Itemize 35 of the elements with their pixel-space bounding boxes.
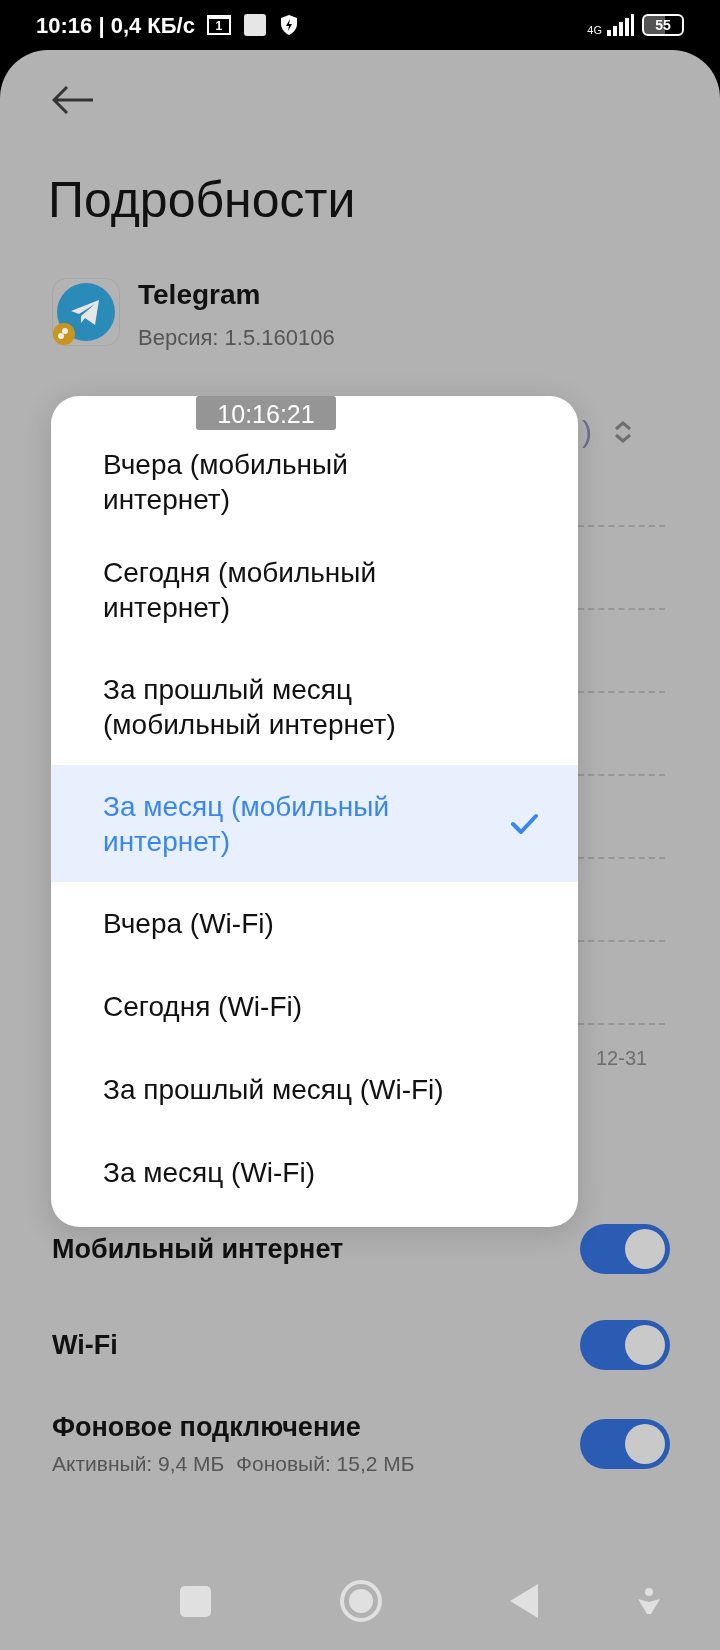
app-version: Версия: 1.5.160106: [138, 324, 335, 352]
app-icon: [52, 278, 120, 346]
menu-option[interactable]: Сегодня (мобильный интернет): [51, 531, 578, 648]
toggle-switch[interactable]: [580, 1320, 670, 1370]
signal-icon: [606, 14, 634, 36]
menu-option[interactable]: За прошлый месяц (мобильный интернет): [51, 648, 578, 765]
back-arrow-icon[interactable]: [52, 85, 94, 115]
period-selector-text: ): [582, 414, 592, 450]
up-down-icon[interactable]: [614, 421, 632, 443]
setting-label: Фоновое подключение: [52, 1410, 362, 1444]
menu-option[interactable]: Сегодня (Wi-Fi): [51, 965, 578, 1048]
shield-icon: [278, 14, 299, 36]
toggle-switch[interactable]: [580, 1224, 670, 1274]
menu-option[interactable]: За прошлый месяц (Wi-Fi): [51, 1048, 578, 1131]
setting-label: Wi-Fi: [52, 1329, 118, 1362]
check-icon: [510, 812, 538, 835]
page-title: Подробности: [47, 171, 357, 230]
back-icon[interactable]: [509, 1583, 539, 1619]
home-icon[interactable]: [340, 1580, 382, 1622]
menu-option[interactable]: За месяц (Wi-Fi): [51, 1131, 578, 1214]
recording-timestamp: 10:16:21: [196, 396, 336, 430]
setting-detail: Активный: 9,4 МБ Фоновый: 15,2 МБ: [52, 1450, 415, 1477]
setting-label: Мобильный интернет: [52, 1233, 344, 1266]
chart-date-label: 12-31: [595, 1046, 649, 1070]
toggle-switch[interactable]: [580, 1418, 670, 1469]
menu-option[interactable]: Вчера (мобильный интернет): [51, 432, 578, 531]
recents-icon[interactable]: [180, 1585, 211, 1617]
sim-indicator: 1: [206, 15, 231, 35]
battery-indicator: 55: [642, 14, 684, 36]
app-name: Telegram: [138, 278, 262, 312]
square-icon: [242, 13, 267, 37]
accessibility-icon[interactable]: [637, 1587, 661, 1615]
network-type: 4G: [587, 25, 602, 36]
menu-option[interactable]: Вчера (Wi-Fi): [51, 882, 578, 965]
status-time-speed: 10:16 | 0,4 КБ/с: [36, 11, 195, 40]
